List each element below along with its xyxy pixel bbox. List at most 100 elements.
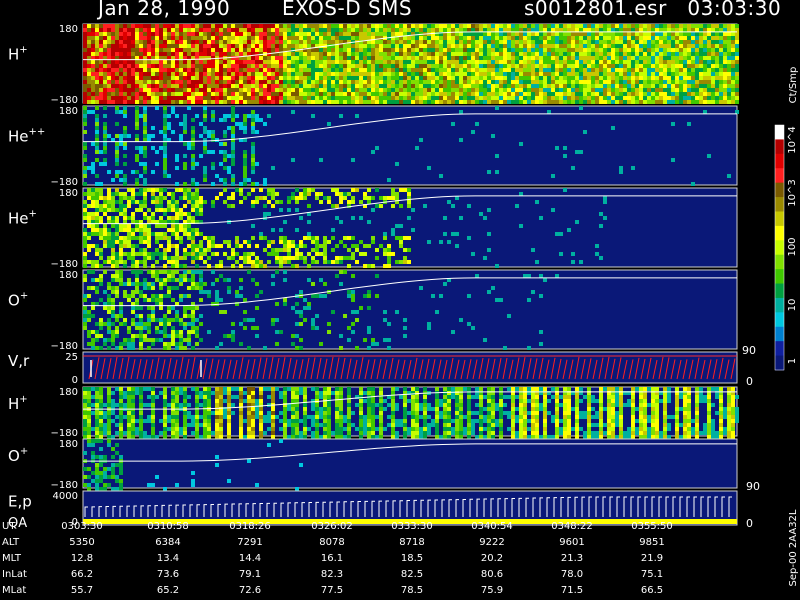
tick-bottom-vr: 0 [72,375,78,386]
colorbar-segment [775,139,784,155]
tick-top-o_plus2: 180 [59,439,78,450]
ephemeris-label: MLT [2,553,21,564]
tick-top-h_plus: 180 [59,24,78,35]
panel-label-sup: + [20,291,28,302]
ephemeris-value: 79.1 [238,569,262,580]
ephemeris-value: 6384 [155,537,181,548]
ephemeris-value: 0355:50 [631,521,673,532]
ephemeris-value: 78.5 [400,585,424,596]
panel-label-sup: + [19,45,27,56]
colorbar-tick-label: 10 [787,299,798,312]
ephemeris-value: 0303:30 [61,521,103,532]
ephemeris-value: 82.3 [320,569,344,580]
tick-right-top-vr: 90 [742,344,756,357]
colorbar-segment [775,326,784,342]
ephemeris-value: 72.6 [238,585,262,596]
colorbar-segment [775,168,784,184]
ephemeris-value: 73.6 [156,569,180,580]
ephemeris-value: 8718 [399,537,425,548]
ephemeris-value: 0318:26 [229,521,271,532]
ephemeris-value: 16.1 [320,553,344,564]
ephemeris-value: 9851 [639,537,665,548]
ephemeris-label: InLat [2,569,27,580]
tick-top-he_plus: 180 [59,188,78,199]
ephemeris-value: 5350 [69,537,95,548]
colorbar-segment [775,312,784,328]
ephemeris-value: 12.8 [70,553,94,564]
colorbar-segment [775,341,784,357]
tick-top-he_pp: 180 [59,106,78,117]
ephemeris-value: 66.5 [640,585,664,596]
ephemeris-value: 0348:22 [551,521,593,532]
colorbar-tick-label: 100 [787,237,798,256]
ephemeris-label: UT [2,521,16,532]
ephemeris-value: 20.2 [480,553,504,564]
ephemeris-value: 9222 [479,537,505,548]
colorbar-tick-label: 10^4 [787,126,798,153]
ephemeris-value: 55.7 [70,585,94,596]
ephemeris-value: 82.5 [400,569,424,580]
spectrogram-chart: H+180−180He++180−180He+180−180O+180−180V… [8,23,799,586]
colorbar-segment [775,240,784,256]
colorbar-tick-label: 10^3 [787,179,798,206]
ephemeris-value: 75.1 [640,569,664,580]
ephemeris-label: ALT [2,537,20,548]
panel-label-sup: + [29,209,37,220]
ephemeris-value: 0340:54 [471,521,513,532]
colorbar-segment [775,269,784,285]
ephemeris-value: 0333:30 [391,521,433,532]
colorbar-segment [775,197,784,212]
panel-label-he_pp: He++ [8,127,45,146]
colorbar-tick-label: 1 [787,358,798,364]
panel-label-h_plus2: H+ [8,394,28,413]
tick-right-bottom-ep: 0 [746,517,753,530]
ephemeris-value: 66.2 [70,569,94,580]
tick-bottom-he_pp: −180 [51,177,78,188]
panel-label-he_plus: He+ [8,209,37,228]
ephemeris-value: 18.5 [400,553,424,564]
panel-o_plus2: O+ 180 −180 90 [8,438,760,493]
colorbar-segment [775,254,784,270]
ephemeris-value: 0310:58 [147,521,189,532]
panel-label-sup: + [20,446,28,457]
side-note: Sep-00 2AA32L [788,509,799,586]
tick-top-vr: 25 [65,352,78,363]
colorbar-unit-label: Ct/Smp [788,67,799,104]
colorbar-segment [775,211,784,227]
ephemeris-value: 0326:02 [311,521,353,532]
ephemeris-value: 78.0 [560,569,584,580]
panel-o_plus: O+ 180 −180 [8,269,738,352]
ephemeris-value: 9601 [559,537,585,548]
tick-bottom-h_plus2: −180 [51,428,78,439]
panel-he_plus: He+ 180 −180 [8,187,738,270]
tick-right-bottom-o_plus2: 90 [746,480,760,493]
colorbar-segment [775,225,784,241]
panel-label-h_plus: H+ [8,45,28,64]
ephemeris-value: 13.4 [156,553,180,564]
ephemeris-value: 7291 [237,537,263,548]
ephemeris-value: 75.9 [480,585,504,596]
panel-he_pp: He++ 180 −180 [8,105,739,188]
tick-bottom-o_plus: −180 [51,341,78,352]
colorbar-segment [775,125,784,140]
panel-label-sup: + [19,394,27,405]
colorbar-segment [775,182,784,198]
sms-plot-page: Jan 28, 1990 EXOS-D SMS s0012801.esr 03:… [0,0,800,600]
panel-label-vr: V,r [8,352,30,370]
ephemeris-value: 14.4 [238,553,262,564]
ephemeris-value: 21.9 [640,553,664,564]
panel-label-sup: ++ [29,127,46,138]
tick-right-bottom-vr: 0 [746,375,753,388]
panel-vr: V,r 25 0 90 0 [8,344,756,388]
panel-label-o_plus: O+ [8,291,28,310]
colorbar: 10^4 10^3 100 10 1 Ct/Smp [774,67,799,371]
colorbar-segment [775,355,784,371]
ephemeris-value: 71.5 [560,585,584,596]
ephemeris-value: 21.3 [560,553,584,564]
colorbar-segment [775,297,784,313]
tick-bottom-he_plus: −180 [51,259,78,270]
ephemeris-value: 77.5 [320,585,344,596]
tick-top-h_plus2: 180 [59,387,78,398]
colorbar-segment [775,283,784,299]
panel-label-ep: E,p [8,492,32,510]
